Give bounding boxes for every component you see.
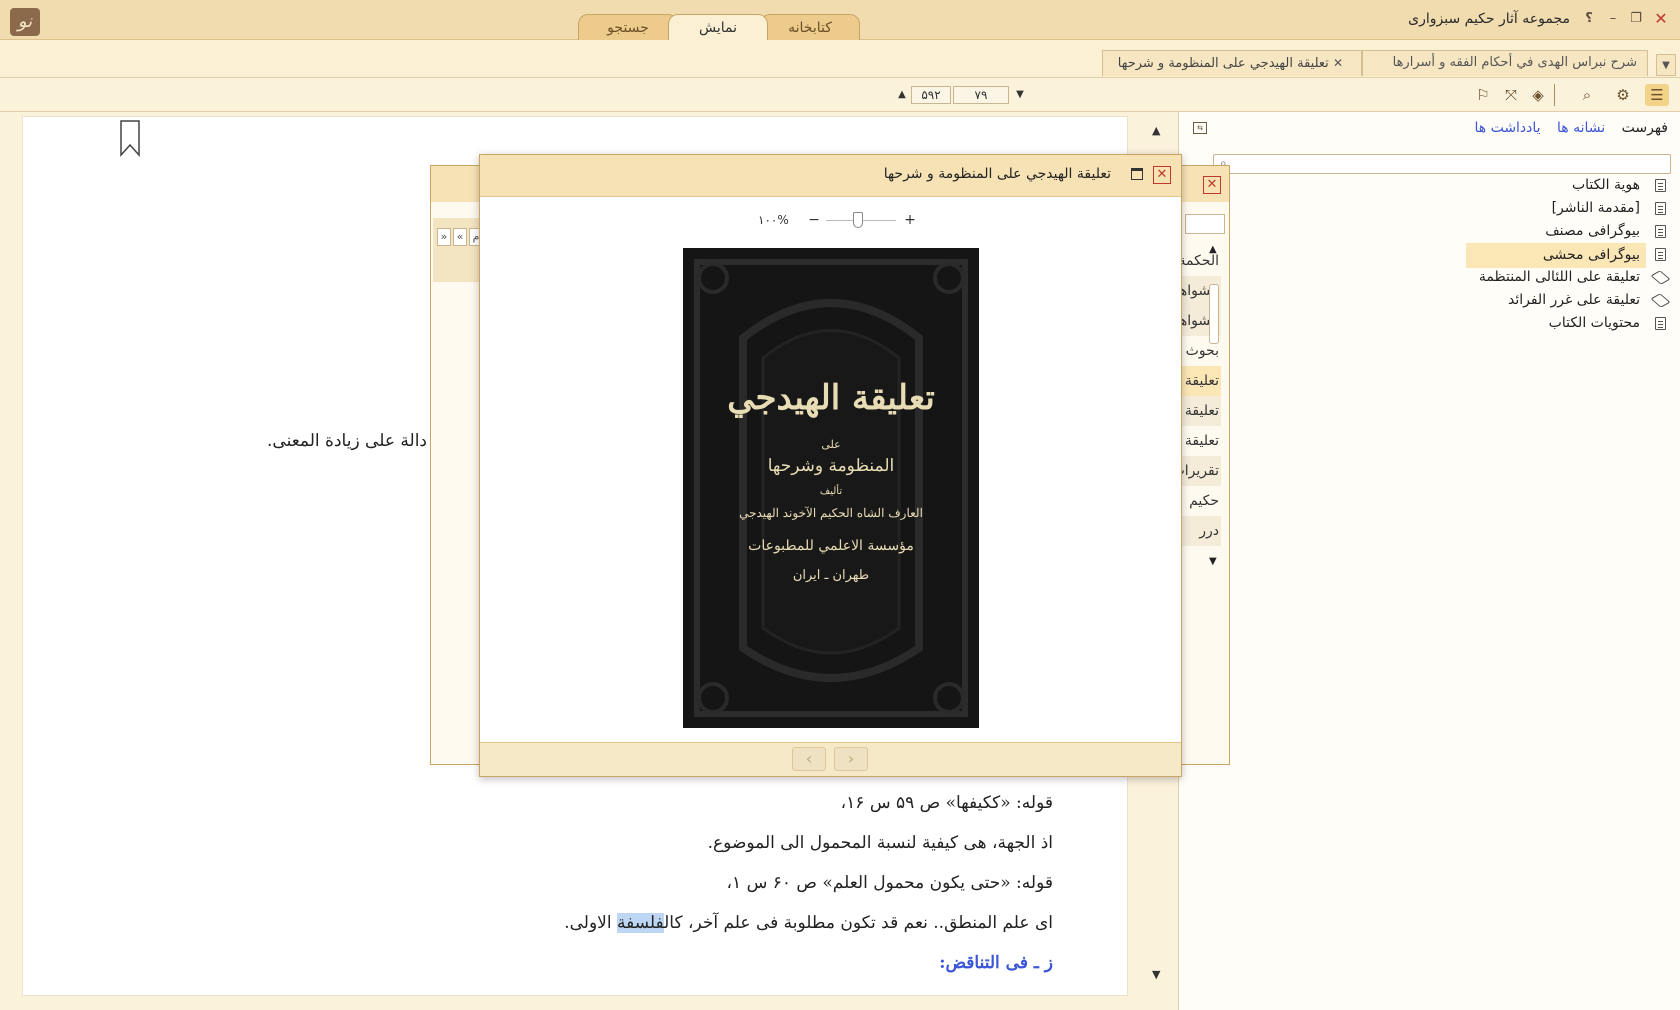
fullscreen-icon[interactable]: ⤧ <box>1499 84 1523 106</box>
viewer-footer: ‹ › <box>480 742 1181 776</box>
cover-line: العارف الشاه الحكيم الآخوند الهيدجي <box>739 506 923 520</box>
section-heading: ز ـ فى التناقض: <box>939 953 1053 973</box>
zoom-in-button[interactable]: + <box>902 212 918 228</box>
page-icon <box>1655 202 1666 215</box>
help-button[interactable]: ؟ <box>1580 10 1598 28</box>
doc-tabs-dropdown-button[interactable]: ▼ <box>1656 54 1676 76</box>
cover-title: تعليقة الهيدجي <box>727 378 935 418</box>
page-line: اى علم المنطق.. نعم قد تكون مطلوبة فى عل… <box>564 913 1053 933</box>
zoom-out-button[interactable]: − <box>806 212 822 228</box>
page-line-part: اى علم المنطق.. نعم قد تكون مطلوبة فى عل… <box>664 913 1053 933</box>
toc-item-label: تعليقة على غرر الفرائد <box>1507 292 1640 308</box>
scroll-down-arrow[interactable]: ▼ <box>1209 556 1217 567</box>
side-panel: ⇆ فهرست نشانه ها يادداشت ها ⌕ هوية الكتا… <box>1178 112 1680 1010</box>
doc-tab-label: تعليقة الهيدجي على المنظومة و شرحها <box>1117 56 1329 71</box>
next-image-button[interactable]: › <box>834 747 868 771</box>
page-icon <box>1655 317 1666 330</box>
scroll-up-arrow[interactable]: ▲ <box>1209 244 1217 255</box>
nav-first-button[interactable]: » <box>437 228 451 246</box>
page-line: قوله: «ككيفها» ص ۵۹ س ۱۶، <box>840 793 1053 813</box>
page-total: ۵۹۲ <box>911 86 951 104</box>
page-down-button[interactable]: ▼ <box>1013 85 1027 105</box>
close-icon[interactable]: ✕ <box>1153 166 1171 184</box>
book-icon <box>1650 293 1671 308</box>
tab-display[interactable]: نمایش <box>668 14 768 40</box>
title-bar: نو مجموعه آثار حکیم سبزواری ؟ – ❐ ✕ جستج… <box>0 0 1680 40</box>
toolbar-separator <box>1554 84 1555 106</box>
page-icon <box>1655 179 1666 192</box>
scroll-thumb[interactable] <box>1209 284 1219 344</box>
close-window-button[interactable]: ✕ <box>1652 10 1670 28</box>
document-tabs-row: ✕ تعليقة الهيدجي على المنظومة و شرحها شر… <box>0 40 1680 78</box>
toc-item[interactable]: [مقدمة الناشر] <box>1208 197 1668 220</box>
page-line-part: الاولى. <box>564 913 618 933</box>
viewer-header: تعليقة الهيدجي على المنظومة و شرحها ✕ <box>480 155 1181 197</box>
zoom-control: ۱۰۰% − + <box>758 210 918 230</box>
viewer-title: تعليقة الهيدجي على المنظومة و شرحها <box>883 166 1111 182</box>
toc-item-label: هوية الكتاب <box>1571 177 1640 193</box>
book-icon <box>1650 270 1671 285</box>
toc-item[interactable]: تعليقة على غرر الفرائد <box>1208 289 1671 312</box>
panel-toggle-icon[interactable]: ⇆ <box>1193 122 1207 134</box>
doc-tab-tahliqa[interactable]: ✕ تعليقة الهيدجي على المنظومة و شرحها <box>1102 50 1362 76</box>
list-icon[interactable]: ☰ <box>1645 84 1669 106</box>
toc-item[interactable]: هوية الكتاب <box>1208 174 1668 197</box>
toc-item-label: محتويات الكتاب <box>1548 315 1640 331</box>
side-panel-tabs: فهرست نشانه ها يادداشت ها <box>1462 120 1668 136</box>
prev-image-button[interactable]: ‹ <box>792 747 826 771</box>
toolbar: ☰ ⚙ ⌕ ◈ ⤧ ⚐ ▲ ۵۹۲ ۷۹ ▼ <box>0 78 1680 112</box>
toc-item[interactable]: تعليقة على اللئالى المنتظمة <box>1208 266 1671 289</box>
image-viewer-dialog: تعليقة الهيدجي على المنظومة و شرحها ✕ ۱۰… <box>479 154 1182 777</box>
toc-item-label: تعليقة على اللئالى المنتظمة <box>1478 269 1640 285</box>
scroll-down-arrow[interactable]: ▼ <box>1152 968 1160 981</box>
tab-library[interactable]: کتابخانه <box>760 14 860 40</box>
cover-line: تأليف <box>819 486 843 497</box>
bookmark-flag-icon[interactable] <box>118 119 142 157</box>
minimize-button[interactable]: – <box>1604 10 1622 28</box>
zoom-value: ۱۰۰% <box>758 213 789 227</box>
highlighted-word[interactable]: فلسفة <box>617 913 665 933</box>
tab-bookmarks[interactable]: نشانه ها <box>1557 120 1605 136</box>
tab-search[interactable]: جستجو <box>578 14 678 40</box>
page-line: قوله: «حتى يكون محمول العلم» ص ۶۰ س ۱، <box>726 873 1053 893</box>
toc-item-label: [مقدمة الناشر] <box>1551 200 1640 216</box>
background-dialog-scrollbar[interactable]: ▲ ▼ <box>1207 244 1221 574</box>
page-number-input[interactable]: ۷۹ <box>953 86 1009 104</box>
doc-tab-close-icon[interactable]: ✕ <box>1333 56 1343 70</box>
nav-prev-button[interactable]: « <box>453 228 467 246</box>
page-icon <box>1655 225 1666 238</box>
page-line: دالة على زيادة المعنى. <box>267 431 427 451</box>
cover-line: المنظومة وشرحها <box>767 456 895 476</box>
doc-tab-label: شرح نبراس الهدى في أحكام الفقه و أسرارها <box>1392 55 1637 70</box>
background-dialog-input[interactable] <box>1185 214 1225 234</box>
toc-item-label: بیوگرافی مصنف <box>1545 223 1640 239</box>
bookmark-icon[interactable]: ⚐ <box>1471 84 1495 106</box>
cover-line: طهران ـ ايران <box>792 568 870 583</box>
restore-button[interactable]: ❐ <box>1627 10 1645 28</box>
page-icon <box>1655 248 1666 261</box>
toc-item-label: بیوگرافی محشی <box>1466 243 1646 268</box>
tab-notes[interactable]: يادداشت ها <box>1474 120 1540 136</box>
scroll-up-arrow[interactable]: ▲ <box>1152 124 1160 137</box>
cover-line: على <box>821 438 841 451</box>
app-logo: نو <box>10 8 40 36</box>
zoom-slider-knob[interactable] <box>853 212 863 228</box>
page-up-button[interactable]: ▲ <box>895 85 909 105</box>
page-line: اذ الجهة، هى كيفية لنسبة المحمول الى الم… <box>707 833 1053 853</box>
gear-icon[interactable]: ⚙ <box>1611 84 1635 106</box>
maximize-icon[interactable] <box>1131 168 1143 180</box>
toc-item[interactable]: بیوگرافی مصنف <box>1208 220 1668 243</box>
toc-search-input[interactable]: ⌕ <box>1213 154 1671 174</box>
tab-contents[interactable]: فهرست <box>1622 120 1668 136</box>
doc-tab-nibras[interactable]: شرح نبراس الهدى في أحكام الفقه و أسرارها <box>1362 50 1648 76</box>
toc-item-selected[interactable]: بیوگرافی محشی <box>1208 243 1668 268</box>
window-title: مجموعه آثار حکیم سبزواری <box>1408 11 1570 27</box>
table-of-contents: هوية الكتاب [مقدمة الناشر] بیوگرافی مصنف… <box>1208 174 1671 335</box>
close-icon[interactable]: ✕ <box>1203 176 1221 194</box>
book-cover-image: تعليقة الهيدجي على المنظومة وشرحها تأليف… <box>683 248 979 728</box>
cover-line: مؤسسة الاعلمي للمطبوعات <box>748 538 914 554</box>
search-icon[interactable]: ⌕ <box>1575 84 1599 106</box>
toc-item[interactable]: محتويات الكتاب <box>1208 312 1668 335</box>
book-icon[interactable]: ◈ <box>1526 84 1550 106</box>
